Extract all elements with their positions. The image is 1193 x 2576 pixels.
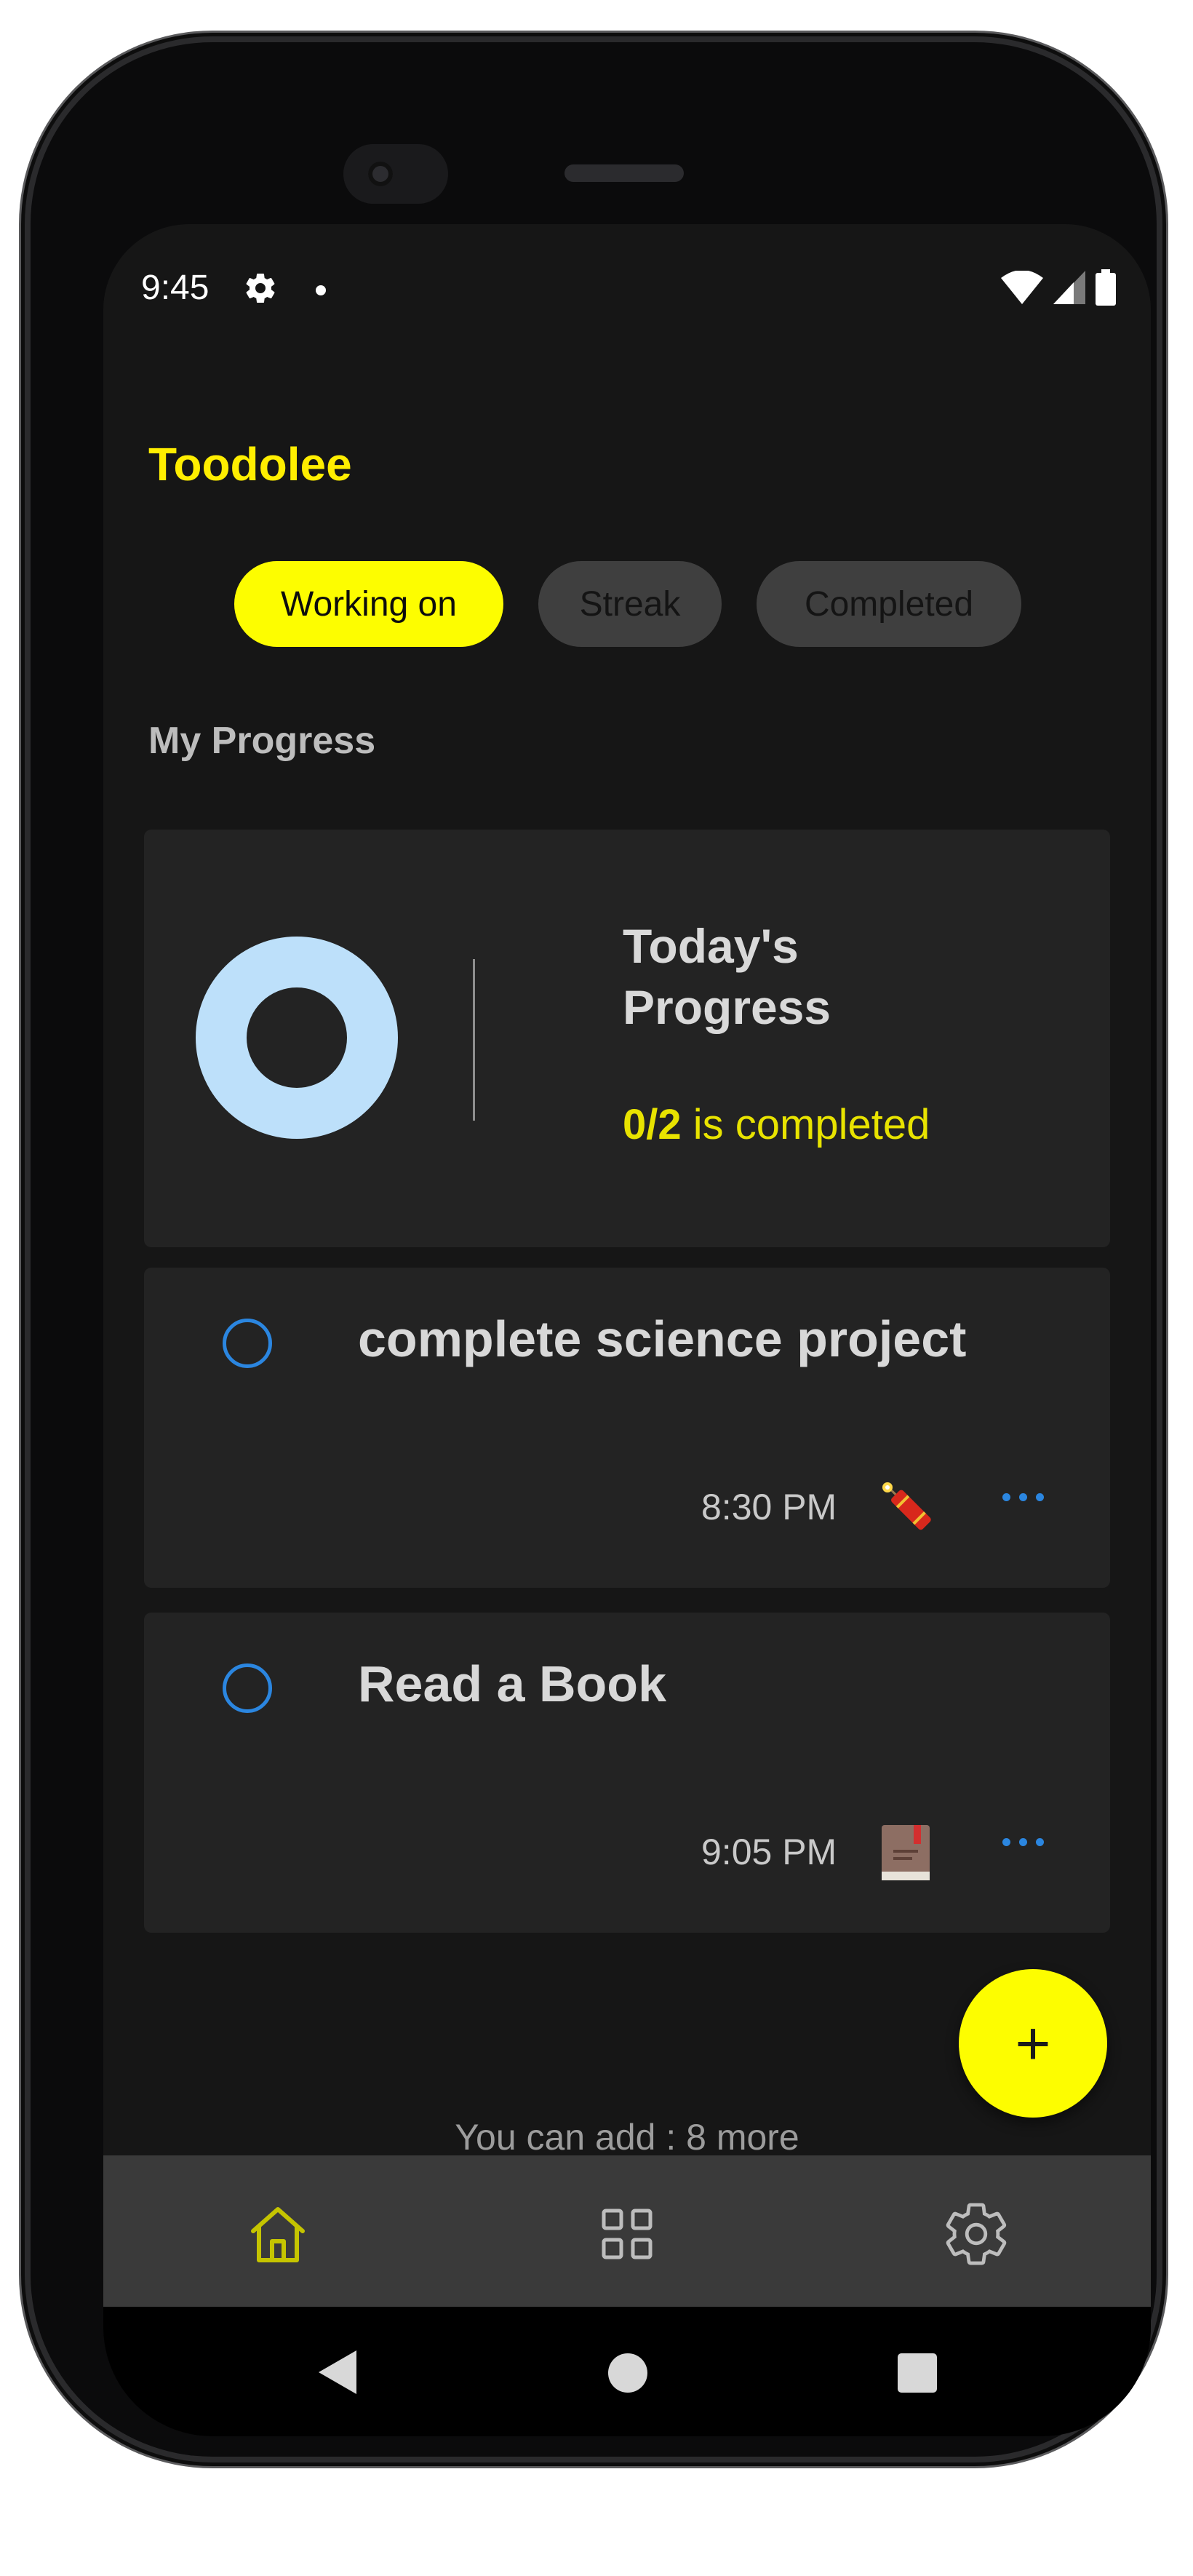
task-time: 9:05 PM (701, 1832, 837, 1872)
section-title: My Progress (148, 720, 376, 762)
recents-icon[interactable] (898, 2353, 937, 2393)
tab-working-on[interactable]: Working on (234, 561, 503, 647)
filter-tabs: Working on Streak Completed (234, 561, 1021, 647)
back-icon[interactable] (316, 2349, 359, 2396)
progress-fraction: 0/2 (623, 1101, 682, 1148)
task-time: 8:30 PM (701, 1487, 837, 1527)
app-screen: 9:45 Toodolee Working on Streak Complete… (103, 224, 1151, 2436)
task-checkbox[interactable] (223, 1663, 272, 1713)
settings-notification-icon (243, 271, 278, 309)
progress-donut-chart (196, 937, 398, 1139)
plus-icon: + (1015, 2009, 1051, 2078)
nav-home[interactable] (243, 2199, 313, 2269)
status-bar: 9:45 (103, 224, 1151, 319)
task-title: complete science project (358, 1311, 967, 1367)
cell-signal-icon (1053, 271, 1085, 304)
progress-count: 0/2 is completed (623, 1100, 930, 1149)
more-options-icon[interactable] (1002, 1838, 1044, 1846)
more-options-icon[interactable] (1002, 1493, 1044, 1501)
donut-track (196, 937, 398, 1139)
tab-completed[interactable]: Completed (757, 561, 1021, 647)
system-icons (1001, 269, 1116, 306)
book-icon (882, 1825, 930, 1880)
firecracker-icon (882, 1482, 931, 1530)
remaining-tasks-note: You can add : 8 more (455, 2117, 799, 2158)
home-icon (251, 2207, 305, 2262)
status-time: 9:45 (141, 269, 210, 307)
battery-icon (1096, 269, 1116, 306)
vertical-divider (473, 959, 475, 1121)
home-button-icon[interactable] (608, 2353, 647, 2393)
progress-card: Today's Progress 0/2 is completed (144, 830, 1110, 1247)
bottom-navigation (103, 2155, 1151, 2307)
add-task-button[interactable]: + (959, 1969, 1107, 2118)
phone-frame: 9:45 Toodolee Working on Streak Complete… (31, 42, 1157, 2457)
system-navigation-bar (103, 2307, 1151, 2436)
notification-dot-icon (316, 285, 326, 295)
wifi-icon (1001, 271, 1043, 304)
app-title: Toodolee (148, 438, 352, 490)
front-camera (343, 144, 448, 204)
progress-title: Today's Progress (623, 919, 831, 1034)
task-checkbox[interactable] (223, 1319, 272, 1368)
task-card[interactable]: complete science project 8:30 PM (144, 1268, 1110, 1588)
tab-streak[interactable]: Streak (538, 561, 722, 647)
earpiece-speaker (564, 164, 684, 182)
nav-grid[interactable] (592, 2199, 662, 2269)
grid-icon (602, 2209, 653, 2259)
task-card[interactable]: Read a Book 9:05 PM (144, 1613, 1110, 1933)
nav-settings[interactable] (941, 2199, 1011, 2269)
gear-icon (946, 2203, 1007, 2265)
task-title: Read a Book (358, 1655, 666, 1712)
progress-suffix: is completed (681, 1101, 930, 1148)
